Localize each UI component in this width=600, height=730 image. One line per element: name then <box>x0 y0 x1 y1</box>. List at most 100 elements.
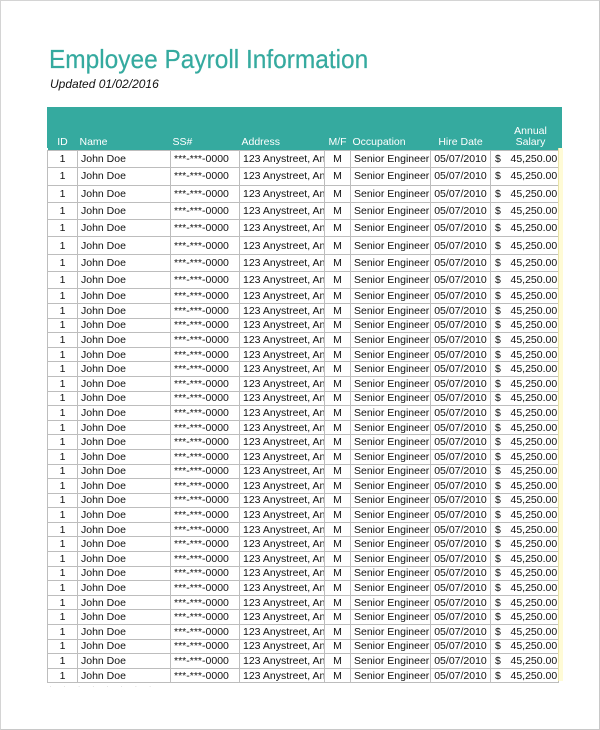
table-row: 1 John Doe ***-***-0000 123 Anystreet, Any M… <box>47 551 560 567</box>
cell-gender: M <box>324 638 351 655</box>
cell-hire-date: 05/07/2010 <box>430 507 491 523</box>
cell-hire-date: 05/07/2010 <box>430 167 491 186</box>
table-row: 1 John Doe ***-***-0000 123 Anystreet, Any M… <box>47 302 560 319</box>
cell-ssn: ***-***-0000 <box>170 478 240 494</box>
cell-ssn: ***-***-0000 <box>170 271 240 290</box>
cell-address: 123 Anystreet, Any <box>239 361 325 377</box>
cell-address: 123 Anystreet, Any <box>239 219 325 238</box>
cell-currency: $ <box>490 236 508 255</box>
cell-currency: $ <box>490 624 508 640</box>
cell-salary: 45,250.00 <box>507 288 560 304</box>
cell-currency: $ <box>490 302 508 319</box>
cell-ssn: ***-***-0000 <box>170 653 240 669</box>
cell-currency: $ <box>490 317 508 334</box>
cell-id: 1 <box>47 536 78 553</box>
cell-currency: $ <box>490 492 508 509</box>
cell-gender: M <box>324 565 351 582</box>
cell-name: John Doe <box>77 236 171 255</box>
cell-id: 1 <box>47 492 78 509</box>
cell-id: 1 <box>47 594 78 611</box>
cell-salary: 45,250.00 <box>507 184 560 203</box>
cell-currency: $ <box>490 390 508 407</box>
table-row: 1 John Doe ***-***-0000 123 Anystreet, Any M… <box>47 419 560 436</box>
cell-name: John Doe <box>77 624 171 640</box>
cell-address: 123 Anystreet, Any <box>239 317 325 334</box>
cell-address: 123 Anystreet, Any <box>239 346 325 363</box>
cell-gender: M <box>324 375 351 392</box>
table-row: 1 John Doe ***-***-0000 123 Anystreet, Any M… <box>47 492 560 509</box>
cell-ssn: ***-***-0000 <box>170 609 240 626</box>
cell-salary: 45,250.00 <box>507 361 560 377</box>
cell-address: 123 Anystreet, Any <box>239 390 325 407</box>
cell-currency: $ <box>490 253 508 273</box>
cell-id: 1 <box>47 405 78 421</box>
cell-name: John Doe <box>77 405 171 421</box>
cell-address: 123 Anystreet, Any <box>239 201 325 221</box>
cell-hire-date: 05/07/2010 <box>430 492 491 509</box>
cell-hire-date: 05/07/2010 <box>430 478 491 494</box>
table-row: 1 John Doe ***-***-0000 123 Anystreet, Any M… <box>47 478 560 494</box>
cell-ssn: ***-***-0000 <box>170 405 240 421</box>
cell-occupation: Senior Engineer <box>350 361 431 377</box>
cell-gender: M <box>324 609 351 626</box>
cell-id: 1 <box>47 346 78 363</box>
cell-address: 123 Anystreet, Any <box>239 638 325 655</box>
cell-ssn: ***-***-0000 <box>170 492 240 509</box>
cell-occupation: Senior Engineer <box>350 565 431 582</box>
cell-id: 1 <box>47 638 78 655</box>
cell-gender: M <box>324 580 351 596</box>
cell-occupation: Senior Engineer <box>350 288 431 304</box>
header-name: Name <box>77 107 171 151</box>
cell-ssn: ***-***-0000 <box>170 419 240 436</box>
table-row: 1 John Doe ***-***-0000 123 Anystreet, Any M… <box>47 594 560 611</box>
table-row: 1 John Doe ***-***-0000 123 Anystreet, Any M… <box>47 653 560 669</box>
cell-name: John Doe <box>77 492 171 509</box>
cell-ssn: ***-***-0000 <box>170 551 240 567</box>
cell-id: 1 <box>47 521 78 538</box>
adjacent-column-strip <box>558 148 563 681</box>
cell-occupation: Senior Engineer <box>350 390 431 407</box>
cell-address: 123 Anystreet, Any <box>239 492 325 509</box>
cropped-footnote: . . . . . . . . <box>50 683 157 688</box>
payroll-body: 1 John Doe ***-***-0000 123 Anystreet, Any M… <box>47 149 560 684</box>
cell-currency: $ <box>490 507 508 523</box>
table-row: 1 John Doe ***-***-0000 123 Anystreet, Any M… <box>47 184 560 203</box>
cell-hire-date: 05/07/2010 <box>430 551 491 567</box>
cell-currency: $ <box>490 219 508 238</box>
cell-id: 1 <box>47 201 78 221</box>
cell-ssn: ***-***-0000 <box>170 565 240 582</box>
cell-occupation: Senior Engineer <box>350 332 431 348</box>
table-row: 1 John Doe ***-***-0000 123 Anystreet, Any M… <box>47 317 560 334</box>
cell-name: John Doe <box>77 149 171 169</box>
cell-hire-date: 05/07/2010 <box>430 361 491 377</box>
cell-hire-date: 05/07/2010 <box>430 253 491 273</box>
table-row: 1 John Doe ***-***-0000 123 Anystreet, Any M… <box>47 390 560 407</box>
table-row: 1 John Doe ***-***-0000 123 Anystreet, Any M… <box>47 346 560 363</box>
cell-address: 123 Anystreet, Any <box>239 375 325 392</box>
cell-salary: 45,250.00 <box>507 219 560 238</box>
cell-currency: $ <box>490 463 508 480</box>
updated-date: Updated 01/02/2016 <box>50 77 159 91</box>
cell-occupation: Senior Engineer <box>350 302 431 319</box>
cell-salary: 45,250.00 <box>507 580 560 596</box>
cell-gender: M <box>324 332 351 348</box>
cell-gender: M <box>324 149 351 169</box>
cell-address: 123 Anystreet, Any <box>239 419 325 436</box>
cell-address: 123 Anystreet, Any <box>239 580 325 596</box>
cell-hire-date: 05/07/2010 <box>430 580 491 596</box>
cell-currency: $ <box>490 565 508 582</box>
cell-currency: $ <box>490 551 508 567</box>
cell-id: 1 <box>47 667 78 684</box>
table-row: 1 John Doe ***-***-0000 123 Anystreet, Any M… <box>47 667 560 684</box>
cell-name: John Doe <box>77 507 171 523</box>
cell-salary: 45,250.00 <box>507 253 560 273</box>
table-row: 1 John Doe ***-***-0000 123 Anystreet, Any M… <box>47 361 560 377</box>
cell-currency: $ <box>490 580 508 596</box>
cell-address: 123 Anystreet, Any <box>239 609 325 626</box>
cell-occupation: Senior Engineer <box>350 667 431 684</box>
cell-gender: M <box>324 201 351 221</box>
cell-gender: M <box>324 419 351 436</box>
cell-hire-date: 05/07/2010 <box>430 653 491 669</box>
cell-gender: M <box>324 448 351 465</box>
cell-gender: M <box>324 521 351 538</box>
